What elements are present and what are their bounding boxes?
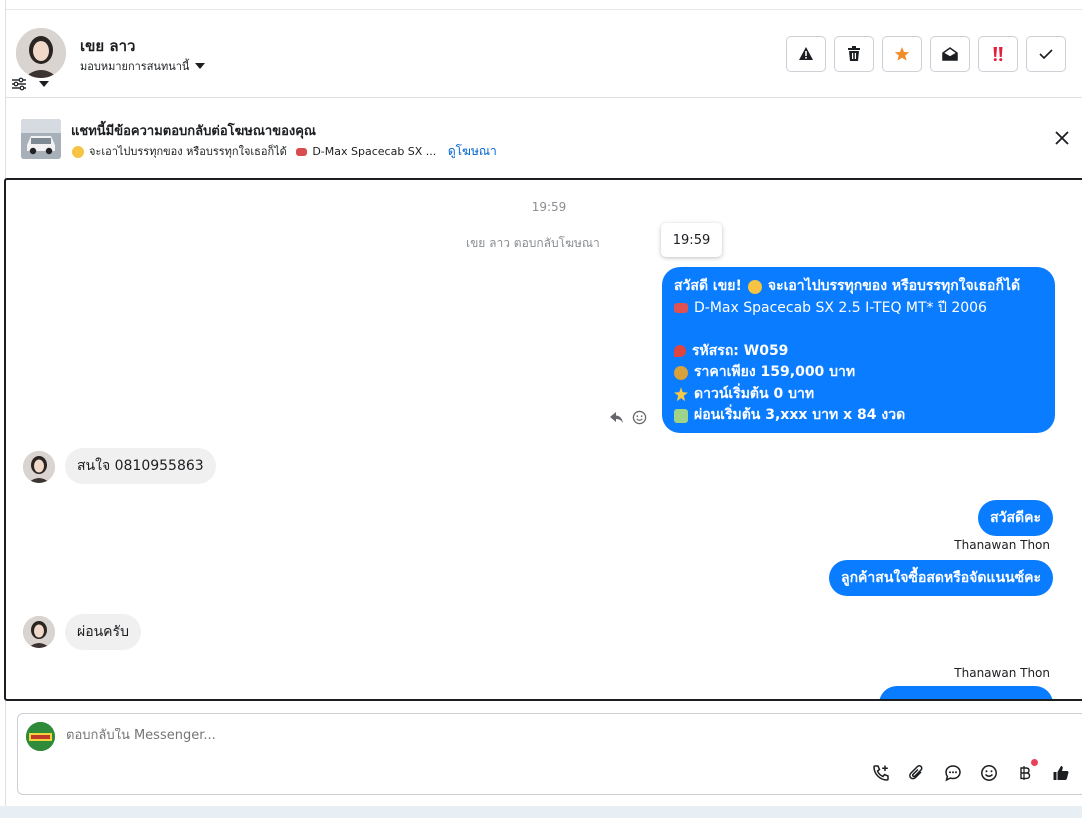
call-add-icon <box>873 765 889 781</box>
baht-icon <box>1020 766 1031 780</box>
sunglasses-emoji-icon <box>72 146 84 158</box>
outgoing-message-partial[interactable] <box>879 686 1053 699</box>
page-avatar <box>26 722 55 751</box>
pin-emoji-icon <box>674 345 686 358</box>
envelope-open-icon <box>942 47 958 61</box>
emoji-button[interactable] <box>978 762 1000 784</box>
ad-line-code: รหัสรถ: W059 <box>674 341 1043 363</box>
chat-bubble-icon <box>945 765 961 782</box>
banner-subtitle: จะเอาไปบรรทุกของ หรือบรรทุกใจเธอก็ได้ D-… <box>72 142 497 161</box>
composer-toolbar <box>870 759 1072 784</box>
reply-input[interactable] <box>66 728 766 743</box>
smiley-icon <box>981 765 997 781</box>
car-emoji-icon <box>674 303 688 314</box>
ad-installment: ผ่อนเริ่มต้น 3,xxx บาท x 84 งวด <box>694 407 906 423</box>
report-spam-button[interactable] <box>786 36 826 72</box>
banner-car-snippet: D-Max Spacecab SX ... <box>312 145 437 158</box>
close-icon[interactable] <box>1054 130 1070 146</box>
incoming-message[interactable]: ผ่อนครับ <box>65 614 141 650</box>
message-thread[interactable]: 19:59 เขย ลาว ตอบกลับโฆษณา 19:59 สวัสดี … <box>4 178 1082 701</box>
bottom-strip <box>0 806 1082 818</box>
assign-label: มอบหมายการสนทนานี้ <box>80 60 190 73</box>
contact-name: เขย ลาว <box>80 37 136 55</box>
sender-name: Thanawan Thon <box>954 538 1050 552</box>
chevron-down-icon <box>195 63 206 69</box>
notification-dot <box>1031 759 1038 766</box>
mark-done-button[interactable] <box>1026 36 1066 72</box>
payment-button[interactable] <box>1014 759 1038 784</box>
incoming-message[interactable]: สนใจ 0810955863 <box>65 448 216 484</box>
banner-subtitle-text: จะเอาไปบรรทุกของ หรือบรรทุกใจเธอก็ได้ <box>89 145 287 158</box>
mark-unread-button[interactable] <box>930 36 970 72</box>
ad-reply-banner: แชทนี้มีข้อความตอบกลับต่อโฆษณาของคุณ จะเ… <box>6 99 1082 177</box>
outgoing-message[interactable]: สวัสดีคะ <box>978 500 1053 536</box>
priority-icon <box>993 47 1003 62</box>
like-button[interactable] <box>1050 762 1072 784</box>
ad-greeting-text: จะเอาไปบรรทุกของ หรือบรรทุกใจเธอก็ได้ <box>767 278 1021 294</box>
header-actions <box>786 36 1066 72</box>
system-message: เขย ลาว ตอบกลับโฆษณา <box>466 236 600 250</box>
ad-code: รหัสรถ: W059 <box>692 342 789 359</box>
call-button[interactable] <box>870 762 892 784</box>
car-emoji-icon <box>296 148 308 156</box>
money-wings-emoji-icon <box>674 408 688 423</box>
star-icon <box>894 47 910 61</box>
contact-avatar-small[interactable] <box>23 451 55 483</box>
saved-replies-button[interactable] <box>942 762 964 784</box>
money-bag-emoji-icon <box>674 365 688 380</box>
ad-down-payment: ดาวน์เริ่มต้น 0 บาท <box>694 385 815 402</box>
star-button[interactable] <box>882 36 922 72</box>
ad-line-greeting: สวัสดี เขย! จะเอาไปบรรทุกของ หรือบรรทุกใจ… <box>674 276 1043 298</box>
emoji-icon[interactable] <box>632 410 647 425</box>
time-tooltip: 19:59 <box>661 223 722 257</box>
trash-icon <box>848 46 860 61</box>
warning-icon <box>799 47 813 60</box>
mark-priority-button[interactable] <box>978 36 1018 72</box>
filter-icon[interactable] <box>11 76 27 92</box>
ad-price: ราคาเพียง 159,000 บาท <box>694 364 856 380</box>
banner-title: แชทนี้มีข้อความตอบกลับต่อโฆษณาของคุณ <box>71 124 316 139</box>
thumbs-up-icon <box>1053 766 1069 780</box>
ad-line-installment: ผ่อนเริ่มต้น 3,xxx บาท x 84 งวด <box>674 405 1043 427</box>
view-ad-link[interactable]: ดูโฆษณา <box>448 144 497 158</box>
ad-greeting: สวัสดี เขย! <box>674 278 742 294</box>
message-composer <box>17 713 1082 795</box>
contact-avatar-small[interactable] <box>23 616 55 648</box>
ad-line-price: ราคาเพียง 159,000 บาท <box>674 362 1043 384</box>
ad-thumbnail[interactable] <box>21 119 61 159</box>
ad-model: D-Max Spacecab SX 2.5 I-TEQ MT* ปี 2006 <box>694 299 987 316</box>
attach-button[interactable] <box>906 762 928 784</box>
message-timestamp: 19:59 <box>531 200 567 214</box>
star-emoji-icon <box>674 387 688 402</box>
reply-icon[interactable] <box>610 411 624 424</box>
ad-line-model: D-Max Spacecab SX 2.5 I-TEQ MT* ปี 2006 <box>674 298 1043 320</box>
ad-line-down: ดาวน์เริ่มต้น 0 บาท <box>674 384 1043 406</box>
assign-conversation-dropdown[interactable]: มอบหมายการสนทนานี้ <box>80 57 206 75</box>
delete-button[interactable] <box>834 36 874 72</box>
sender-name: Thanawan Thon <box>954 666 1050 680</box>
ad-message-bubble[interactable]: สวัสดี เขย! จะเอาไปบรรทุกของ หรือบรรทุกใจ… <box>662 267 1055 433</box>
message-actions <box>610 410 647 425</box>
attachment-icon <box>909 765 923 780</box>
contact-avatar[interactable] <box>16 28 66 78</box>
sunglasses-emoji-icon <box>747 279 762 294</box>
outgoing-message[interactable]: ลูกค้าสนใจซื้อสดหรือจัดแนนซ์คะ <box>829 560 1053 596</box>
conversation-header: เขย ลาว มอบหมายการสนทนานี้ <box>6 10 1082 98</box>
check-icon <box>1039 49 1053 60</box>
chevron-down-icon[interactable] <box>39 81 49 87</box>
